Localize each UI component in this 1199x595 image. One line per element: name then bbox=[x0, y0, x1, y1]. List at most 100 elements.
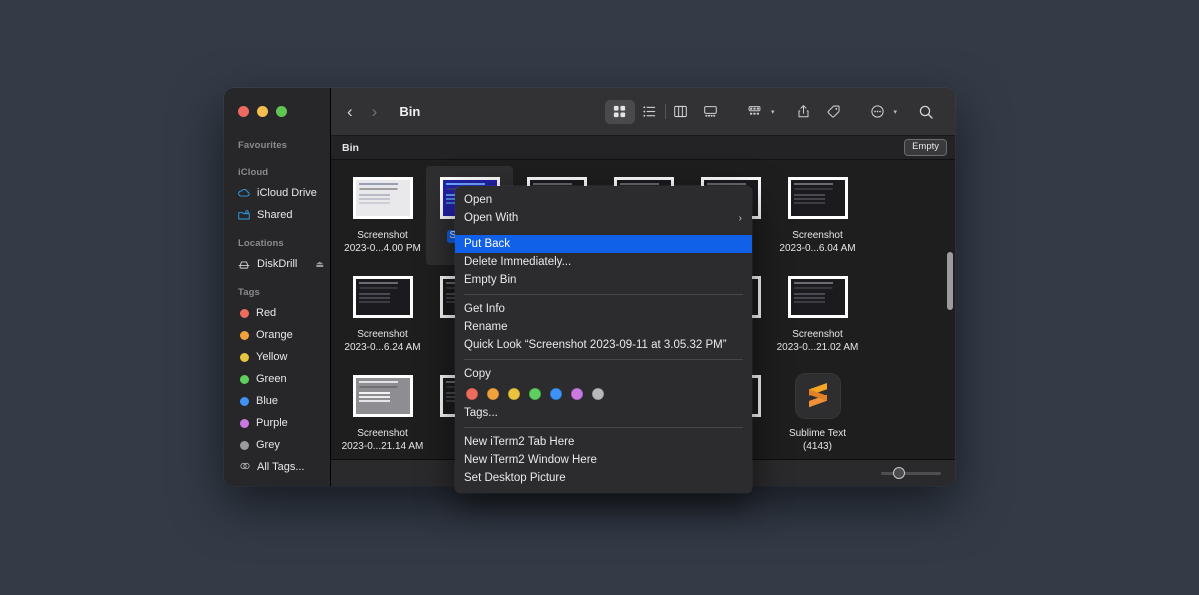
tag-color-dot bbox=[240, 308, 249, 318]
sidebar-tag-blue[interactable]: Blue bbox=[224, 390, 330, 412]
menu-item-empty-bin[interactable]: Empty Bin bbox=[455, 271, 752, 289]
file-label: Screenshot 2023-0...21.14 AM bbox=[341, 428, 424, 452]
chevron-down-icon[interactable]: ▾ bbox=[893, 108, 897, 116]
menu-item-copy[interactable]: Copy bbox=[455, 365, 752, 383]
tag-color-dot bbox=[240, 374, 249, 384]
menu-item-new-iterm2-tab[interactable]: New iTerm2 Tab Here bbox=[455, 433, 752, 451]
sidebar-tag-red[interactable]: Red bbox=[224, 302, 330, 324]
menu-separator bbox=[464, 427, 743, 428]
group-by-icon[interactable] bbox=[740, 100, 770, 124]
vertical-scrollbar[interactable] bbox=[947, 252, 953, 310]
tag-color-dot bbox=[240, 396, 249, 406]
tag-color-grey[interactable] bbox=[592, 388, 604, 400]
tag-color-green[interactable] bbox=[529, 388, 541, 400]
path-bar-location: Bin bbox=[342, 141, 359, 154]
sidebar-group-favourites: Favourites bbox=[238, 140, 288, 151]
file-item[interactable]: Screenshot 2023-0...21.14 AM bbox=[339, 364, 426, 459]
hard-drive-icon bbox=[237, 257, 251, 271]
empty-bin-button[interactable]: Empty bbox=[904, 139, 947, 156]
search-icon[interactable] bbox=[911, 100, 941, 124]
sidebar-tag-purple[interactable]: Purple bbox=[224, 412, 330, 434]
sidebar-group-tags: Tags bbox=[238, 287, 260, 298]
eject-icon[interactable]: ⏏ bbox=[315, 259, 324, 270]
icon-view-icon[interactable] bbox=[604, 99, 635, 124]
sidebar-tag-yellow[interactable]: Yellow bbox=[224, 346, 330, 368]
sidebar-item-icloud-drive[interactable]: iCloud Drive bbox=[224, 182, 330, 204]
sidebar-item-diskdrill[interactable]: DiskDrill ⏏ bbox=[224, 253, 330, 275]
forward-button[interactable]: › bbox=[372, 103, 378, 120]
file-item[interactable]: Screenshot 2023-0...4.00 PM bbox=[339, 166, 426, 265]
tag-label: Red bbox=[256, 307, 277, 319]
tag-color-red[interactable] bbox=[466, 388, 478, 400]
sidebar-group-icloud: iCloud bbox=[238, 167, 269, 178]
menu-item-tags[interactable]: Tags... bbox=[455, 404, 752, 422]
toolbar-actions: ▾ ▾ bbox=[604, 99, 941, 124]
tag-color-dot bbox=[240, 330, 249, 340]
file-item[interactable]: Screenshot 2023-0...6.24 AM bbox=[339, 265, 426, 364]
file-thumbnail bbox=[787, 271, 848, 323]
file-label: Screenshot 2023-0...6.24 AM bbox=[344, 329, 421, 353]
group-by-button[interactable]: ▾ bbox=[740, 100, 775, 124]
minimize-button[interactable] bbox=[257, 106, 268, 117]
file-thumbnail bbox=[787, 172, 848, 224]
sidebar-tag-orange[interactable]: Orange bbox=[224, 324, 330, 346]
menu-item-label: Open With bbox=[464, 212, 519, 224]
menu-item-get-info[interactable]: Get Info bbox=[455, 300, 752, 318]
context-menu: Open Open With › Put Back Delete Immedia… bbox=[455, 186, 752, 493]
column-view-icon[interactable] bbox=[666, 100, 696, 124]
back-button[interactable]: ‹ bbox=[347, 103, 353, 120]
tag-color-yellow[interactable] bbox=[508, 388, 520, 400]
menu-item-open[interactable]: Open bbox=[455, 191, 752, 209]
menu-separator bbox=[464, 359, 743, 360]
tag-color-blue[interactable] bbox=[550, 388, 562, 400]
sidebar-item-label: iCloud Drive bbox=[257, 187, 317, 199]
file-item[interactable]: Screenshot 2023-0...6.04 AM bbox=[774, 166, 861, 265]
menu-item-rename[interactable]: Rename bbox=[455, 318, 752, 336]
menu-gap bbox=[455, 227, 752, 235]
sidebar-item-shared[interactable]: Shared bbox=[224, 204, 330, 226]
file-item[interactable]: Screenshot 2023-0...21.02 AM bbox=[774, 265, 861, 364]
menu-item-set-desktop-picture[interactable]: Set Desktop Picture bbox=[455, 469, 752, 487]
more-actions-icon[interactable] bbox=[862, 100, 892, 124]
close-button[interactable] bbox=[238, 106, 249, 117]
more-actions-button[interactable]: ▾ bbox=[862, 100, 897, 124]
sidebar: Favourites iCloud iCloud Drive Shared Lo… bbox=[224, 88, 331, 486]
zoom-button[interactable] bbox=[276, 106, 287, 117]
menu-item-quick-look[interactable]: Quick Look “Screenshot 2023-09-11 at 3.0… bbox=[455, 336, 752, 354]
tag-label: Green bbox=[256, 373, 287, 385]
cloud-icon bbox=[237, 186, 251, 200]
sidebar-all-tags[interactable]: All Tags... bbox=[224, 456, 330, 478]
menu-item-new-iterm2-window[interactable]: New iTerm2 Window Here bbox=[455, 451, 752, 469]
tag-label: Purple bbox=[256, 417, 288, 429]
chevron-down-icon[interactable]: ▾ bbox=[771, 108, 775, 116]
file-label: Screenshot 2023-0...21.02 AM bbox=[776, 329, 859, 353]
sidebar-tag-grey[interactable]: Grey bbox=[224, 434, 330, 456]
tag-color-dot bbox=[240, 352, 249, 362]
file-item-sublime-text[interactable]: Sublime Text (4143) bbox=[774, 364, 861, 459]
file-label: Sublime Text (4143) bbox=[788, 428, 847, 452]
tag-color-dot bbox=[240, 418, 249, 428]
file-thumbnail bbox=[352, 271, 413, 323]
tag-label: Grey bbox=[256, 439, 280, 451]
tag-color-orange[interactable] bbox=[487, 388, 499, 400]
share-icon[interactable] bbox=[788, 100, 818, 124]
menu-separator bbox=[464, 294, 743, 295]
sidebar-tag-green[interactable]: Green bbox=[224, 368, 330, 390]
list-view-icon[interactable] bbox=[635, 100, 665, 124]
menu-item-put-back[interactable]: Put Back bbox=[455, 235, 752, 253]
file-thumbnail bbox=[352, 370, 413, 422]
slider-knob[interactable] bbox=[893, 467, 905, 479]
sidebar-group-locations: Locations bbox=[238, 238, 284, 249]
tag-label: Orange bbox=[256, 329, 293, 341]
tag-icon[interactable] bbox=[818, 100, 848, 124]
icon-size-slider[interactable] bbox=[881, 467, 941, 479]
toolbar: ‹ › Bin ▾ ▾ bbox=[331, 88, 955, 136]
shared-folder-icon bbox=[237, 208, 251, 222]
file-item[interactable] bbox=[861, 265, 948, 364]
menu-item-open-with[interactable]: Open With › bbox=[455, 209, 752, 227]
gallery-view-icon[interactable] bbox=[696, 100, 726, 124]
menu-item-delete-immediately[interactable]: Delete Immediately... bbox=[455, 253, 752, 271]
all-tags-icon bbox=[239, 460, 250, 475]
file-item[interactable] bbox=[861, 166, 948, 265]
tag-color-purple[interactable] bbox=[571, 388, 583, 400]
